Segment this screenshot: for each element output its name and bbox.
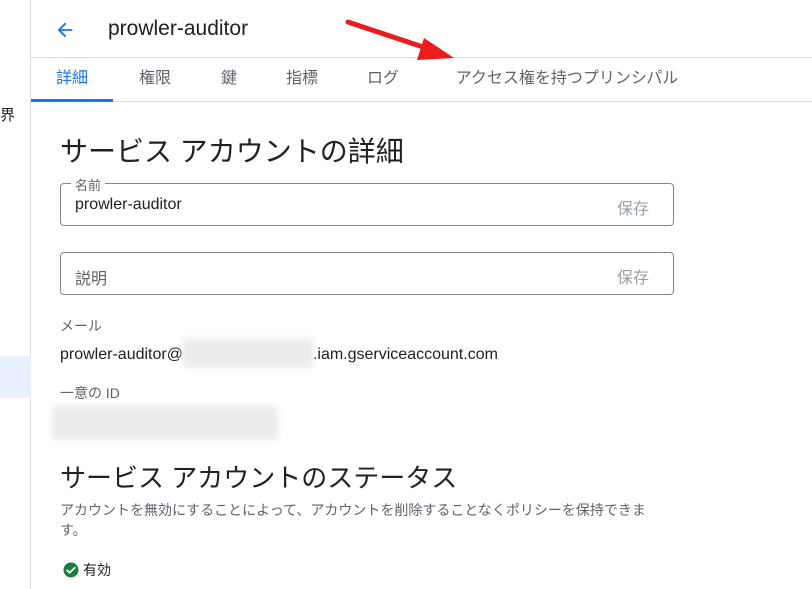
name-field-label: 名前 <box>71 175 106 194</box>
email-label: メール <box>60 318 102 334</box>
redacted-project-id <box>182 338 313 368</box>
status-description: アカウントを無効にすることによって、アカウントを削除することなくポリシーを保持で… <box>60 502 646 538</box>
description-field-placeholder[interactable]: 説明 <box>75 265 107 289</box>
left-sidebar: 界 <box>0 0 31 589</box>
tab-permissions[interactable]: 権限 <box>128 58 182 102</box>
name-save-button[interactable]: 保存 <box>617 195 649 219</box>
status-label: 有効 <box>83 562 111 578</box>
redacted-unique-id <box>52 406 278 440</box>
email-prefix: prowler-auditor@ <box>60 346 183 364</box>
section-heading-status: サービス アカウントのステータス <box>60 463 458 493</box>
description-field[interactable]: 説明 保存 <box>60 252 674 295</box>
email-suffix: .iam.gserviceaccount.com <box>312 346 498 364</box>
status-indicator: 有効 <box>62 560 111 580</box>
email-value: prowler-auditor@ .iam.gserviceaccount.com <box>60 338 498 368</box>
check-circle-icon <box>63 562 79 578</box>
unique-id-label: 一意の ID <box>60 385 120 401</box>
tab-keys[interactable]: 鍵 <box>213 58 245 102</box>
description-save-button[interactable]: 保存 <box>617 264 649 288</box>
tab-metrics[interactable]: 指標 <box>275 58 329 102</box>
details-panel: サービス アカウントの詳細 名前 prowler-auditor 保存 説明 保… <box>52 102 780 589</box>
name-field-value[interactable]: prowler-auditor <box>75 196 182 214</box>
back-button[interactable] <box>51 16 79 44</box>
section-heading-details: サービス アカウントの詳細 <box>60 136 404 167</box>
annotation-arrow <box>345 19 454 60</box>
name-field[interactable]: 名前 prowler-auditor 保存 <box>60 175 674 226</box>
arrow-back-icon <box>57 22 73 38</box>
tab-details[interactable]: 詳細 <box>31 58 113 102</box>
sidebar-text-fragment[interactable]: 界 <box>0 104 15 125</box>
sidebar-active-item[interactable] <box>0 356 31 398</box>
page-title: prowler-auditor <box>108 17 249 40</box>
tab-principals-with-access[interactable]: アクセス権を持つプリンシパル <box>441 58 693 102</box>
